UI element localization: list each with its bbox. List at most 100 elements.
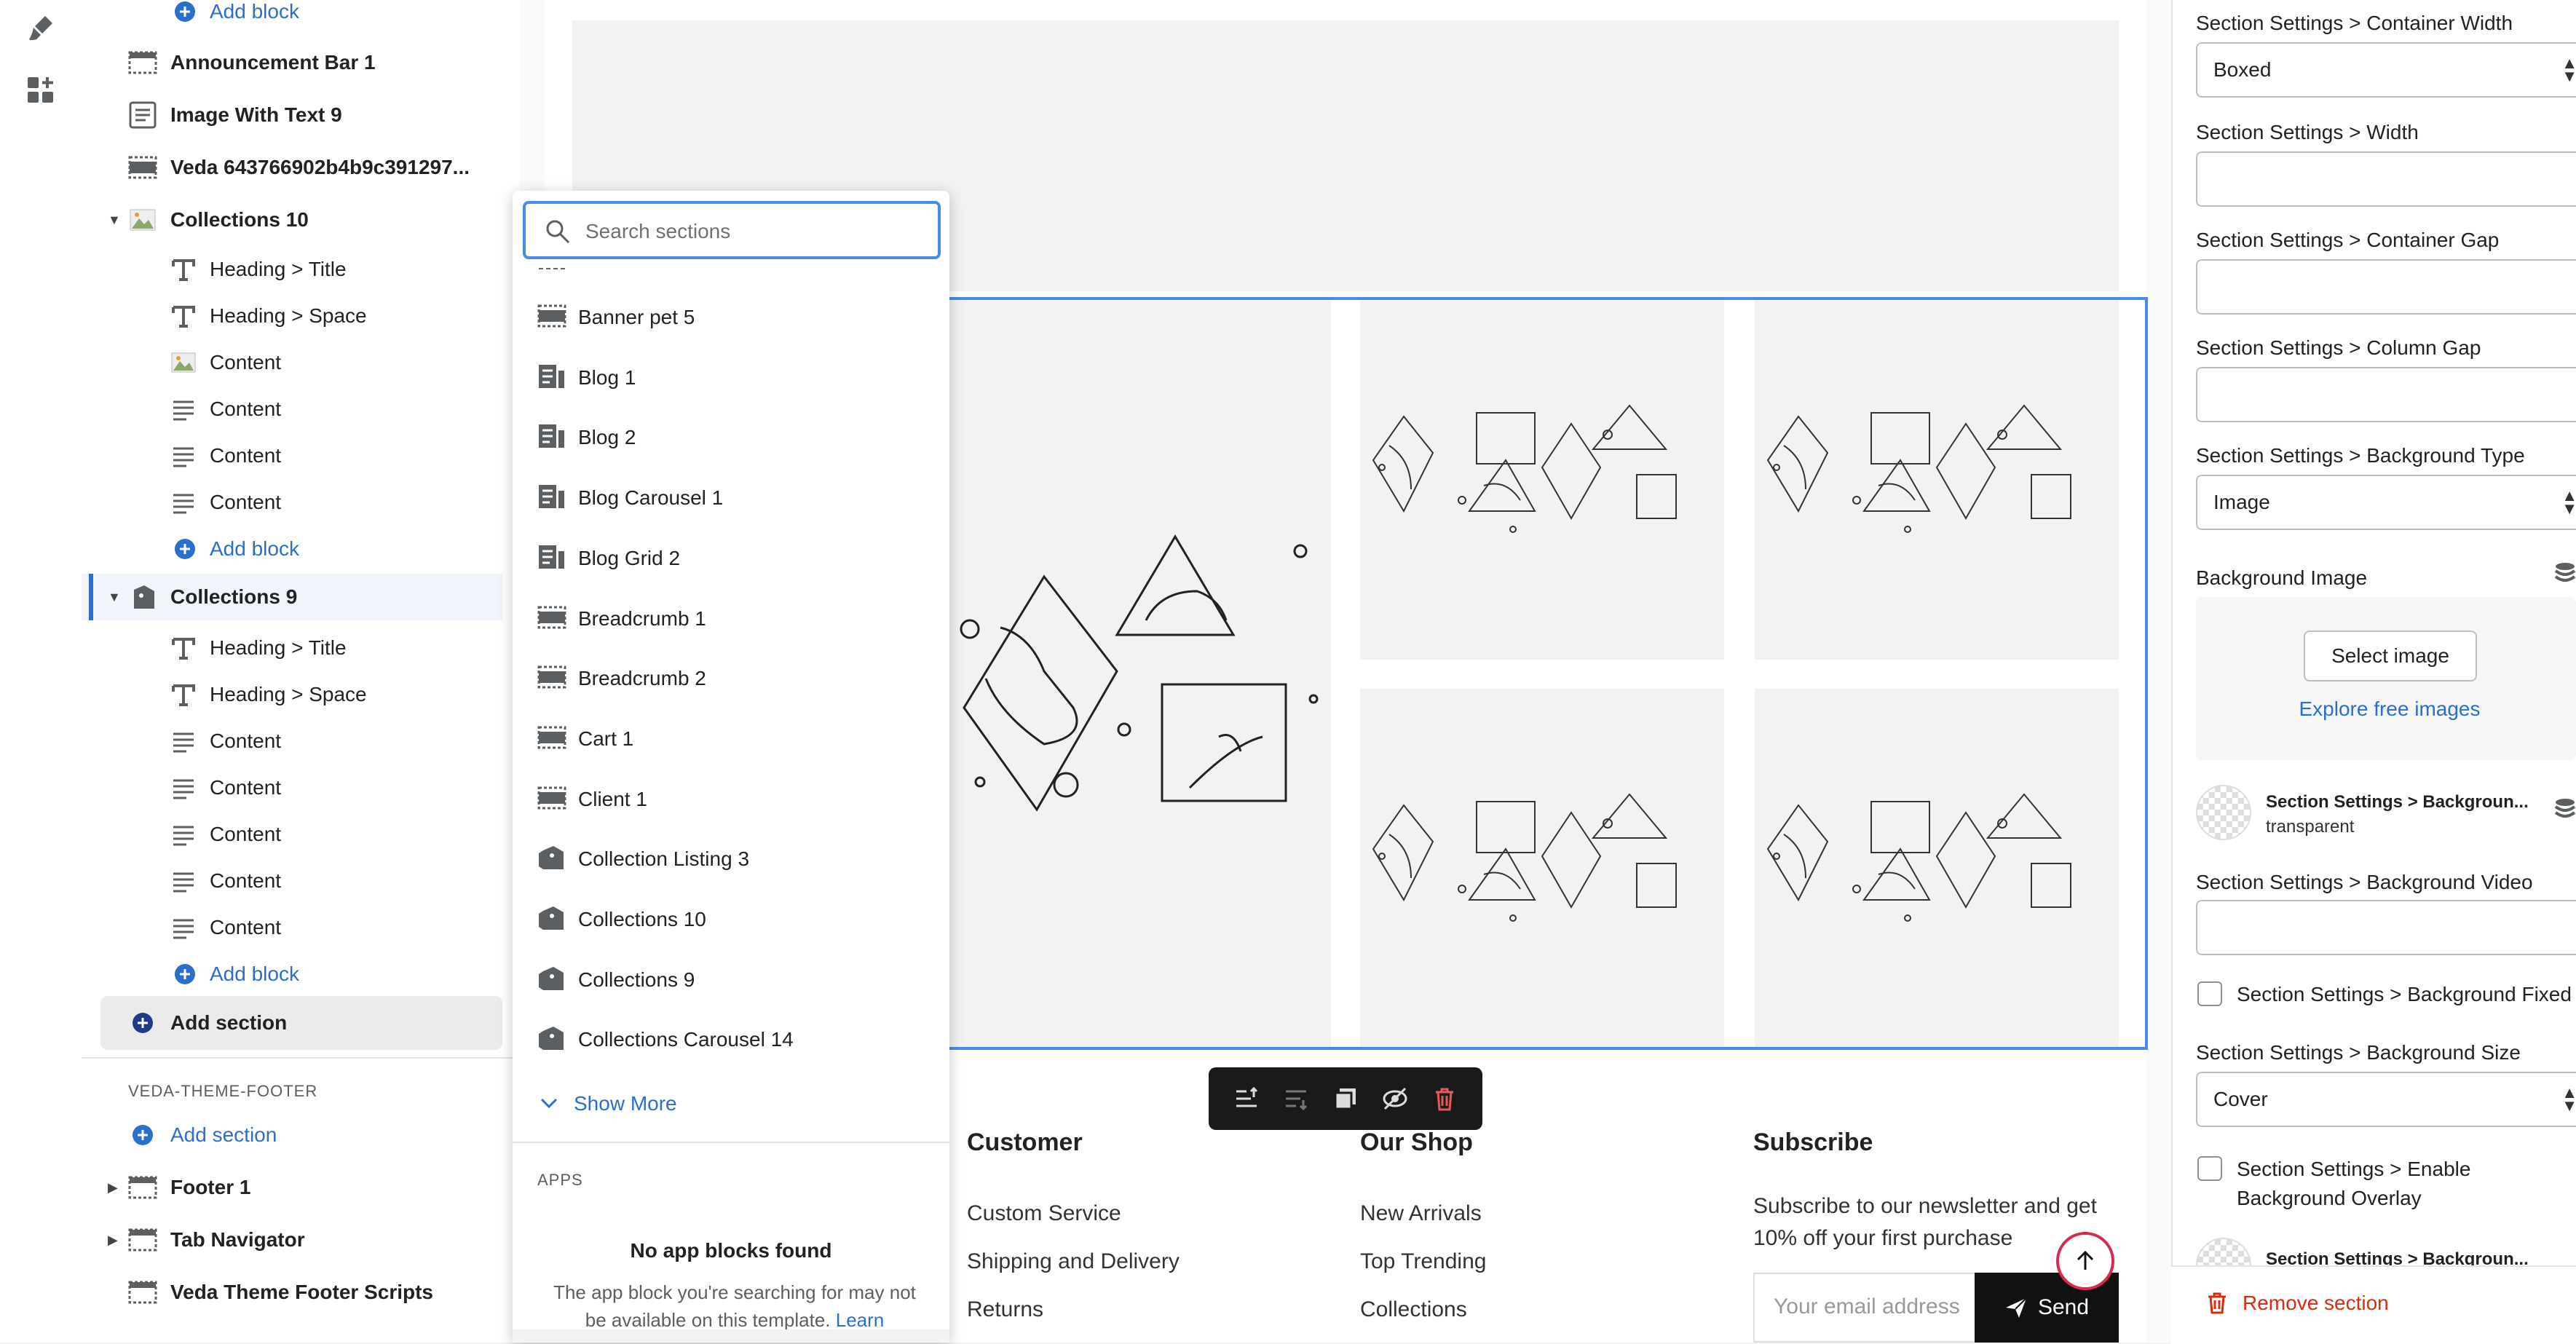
child-block-row[interactable]: Content — [82, 904, 520, 951]
child-block-row[interactable]: Content — [82, 858, 520, 904]
block-label: Content — [210, 351, 282, 373]
chevron-down-icon[interactable]: ▼ — [108, 213, 121, 228]
picker-list-item[interactable]: Blog 1 — [513, 347, 949, 407]
learn-link[interactable]: Learn — [836, 1309, 885, 1331]
lines-icon — [169, 866, 198, 896]
block-label: Heading > Space — [210, 304, 367, 327]
child-block-row[interactable]: Content — [82, 479, 520, 526]
picker-list-item[interactable]: Breadcrumb 2 — [513, 648, 949, 708]
child-block-row[interactable]: Content — [82, 764, 520, 811]
child-block-row[interactable]: Heading > Space — [82, 293, 520, 339]
footer-customer-title: Customer — [967, 1128, 1083, 1156]
move-up-icon[interactable] — [1232, 1084, 1261, 1113]
column-gap-label: Section Settings > Column Gap — [2196, 336, 2481, 359]
heading-icon — [169, 301, 198, 331]
picker-list-item[interactable]: Collections 9 — [513, 949, 949, 1009]
width-input[interactable] — [2196, 151, 2576, 207]
arrow-up-icon — [2077, 1250, 2094, 1270]
search-field[interactable] — [523, 201, 941, 259]
layer-image-with-text[interactable]: Image With Text 9 — [82, 92, 520, 138]
footer-link[interactable]: New Arrivals — [1360, 1201, 1482, 1226]
layer-announcement-bar[interactable]: Announcement Bar 1 — [82, 39, 520, 86]
footer-link[interactable]: Shipping and Delivery — [967, 1249, 1180, 1274]
database-icon[interactable] — [2554, 562, 2576, 587]
container-gap-input[interactable] — [2196, 259, 2576, 315]
layer-collections-9[interactable]: ▼ Collections 9 — [82, 574, 502, 620]
picker-list-item[interactable]: Blog 2 — [513, 407, 949, 467]
picker-list-item[interactable]: Banner pet 5 — [513, 287, 949, 347]
add-section-button[interactable]: Add section — [82, 1000, 520, 1046]
delete-icon[interactable] — [1430, 1084, 1459, 1113]
plus-circle-icon — [128, 1120, 157, 1150]
send-label: Send — [2037, 1295, 2090, 1319]
add-block-button[interactable]: Add block — [82, 0, 520, 35]
background-type-select[interactable]: Image ▲ ▼ — [2196, 475, 2576, 530]
picker-list-item[interactable]: Breadcrumb 1 — [513, 588, 949, 648]
picker-list-item[interactable]: Blog Grid 2 — [513, 528, 949, 588]
picker-list-item[interactable]: Blog Carousel 1 — [513, 467, 949, 527]
layer-footer-scripts[interactable]: Veda Theme Footer Scripts — [82, 1269, 520, 1316]
background-color-label: Section Settings > Backgroun... — [2266, 792, 2529, 812]
background-size-select[interactable]: Cover ▲ ▼ — [2196, 1072, 2576, 1127]
section-icon — [128, 1225, 157, 1254]
show-more-label: Show More — [574, 1092, 677, 1115]
background-fixed-checkbox[interactable] — [2197, 981, 2222, 1006]
chevron-right-icon[interactable]: ▶ — [108, 1180, 118, 1195]
footer-link[interactable]: Top Trending — [1360, 1249, 1486, 1274]
child-block-row[interactable]: Content — [82, 718, 520, 764]
background-video-input[interactable] — [2196, 900, 2576, 955]
picker-list-item[interactable]: Cart 1 — [513, 708, 949, 768]
layer-footer-1[interactable]: ▶ Footer 1 — [82, 1164, 520, 1211]
duplicate-icon[interactable] — [1331, 1084, 1360, 1113]
child-block-row[interactable]: Content — [82, 339, 520, 386]
select-image-button[interactable]: Select image — [2304, 631, 2477, 681]
footer-add-section-button[interactable]: Add section — [82, 1112, 520, 1158]
picker-item-label: Breadcrumb 1 — [578, 606, 706, 630]
database-icon[interactable] — [2554, 798, 2576, 823]
picker-item-label: Blog Grid 2 — [578, 546, 681, 569]
collection-icon — [537, 964, 566, 993]
email-input[interactable]: Your email address — [1753, 1273, 1976, 1343]
child-block-row[interactable]: Content — [82, 432, 520, 479]
child-block-row[interactable]: Heading > Title — [82, 625, 520, 671]
layer-collections-10[interactable]: ▼ Collections 10 — [82, 197, 520, 243]
footer-link[interactable]: Custom Service — [967, 1201, 1121, 1226]
apps-icon[interactable] — [26, 76, 55, 105]
search-input[interactable] — [584, 213, 929, 250]
block-label: Heading > Space — [210, 683, 367, 705]
section-icon — [128, 48, 157, 77]
section-icon — [128, 153, 157, 182]
footer-link[interactable]: Returns — [967, 1297, 1043, 1322]
no-apps-title: No app blocks found — [630, 1239, 832, 1262]
child-block-row[interactable]: Content — [82, 386, 520, 432]
layer-tab-navigator[interactable]: ▶ Tab Navigator — [82, 1217, 520, 1263]
chevron-right-icon[interactable]: ▶ — [108, 1233, 118, 1248]
add-block-button[interactable]: Add block — [82, 526, 520, 572]
heading-icon — [169, 680, 198, 709]
child-block-row[interactable]: Content — [82, 811, 520, 858]
back-to-top-button[interactable] — [2056, 1232, 2114, 1290]
container-width-select[interactable]: Boxed ▲ ▼ — [2196, 42, 2576, 98]
show-more-button[interactable]: Show More — [539, 1092, 677, 1115]
remove-section-label: Remove section — [2243, 1292, 2389, 1314]
picker-list-item[interactable]: Collections 10 — [513, 889, 949, 949]
move-down-icon[interactable] — [1281, 1084, 1311, 1113]
picker-list-item[interactable]: Collections Carousel 14 — [513, 1009, 949, 1069]
column-gap-input[interactable] — [2196, 367, 2576, 422]
hide-icon[interactable] — [1380, 1084, 1410, 1113]
layer-veda-section[interactable]: Veda 643766902b4b9c391297... — [82, 144, 520, 191]
child-block-row[interactable]: Heading > Space — [82, 671, 520, 718]
picker-list-item[interactable]: Client 1 — [513, 769, 949, 829]
chevron-down-icon[interactable]: ▼ — [108, 590, 121, 605]
child-block-row[interactable]: Heading > Title — [82, 246, 520, 293]
overlay-checkbox[interactable] — [2197, 1156, 2222, 1181]
explore-images-link[interactable]: Explore free images — [2196, 697, 2576, 721]
remove-section-button[interactable]: Remove section — [2206, 1292, 2389, 1315]
apps-title: APPS — [537, 1171, 583, 1189]
picker-list-item[interactable]: Collection Listing 3 — [513, 829, 949, 888]
brush-icon[interactable] — [26, 13, 55, 42]
add-block-button[interactable]: Add block — [82, 951, 520, 997]
background-color-swatch[interactable] — [2196, 785, 2251, 840]
footer-link[interactable]: Collections — [1360, 1297, 1467, 1322]
collection-icon — [537, 843, 566, 872]
